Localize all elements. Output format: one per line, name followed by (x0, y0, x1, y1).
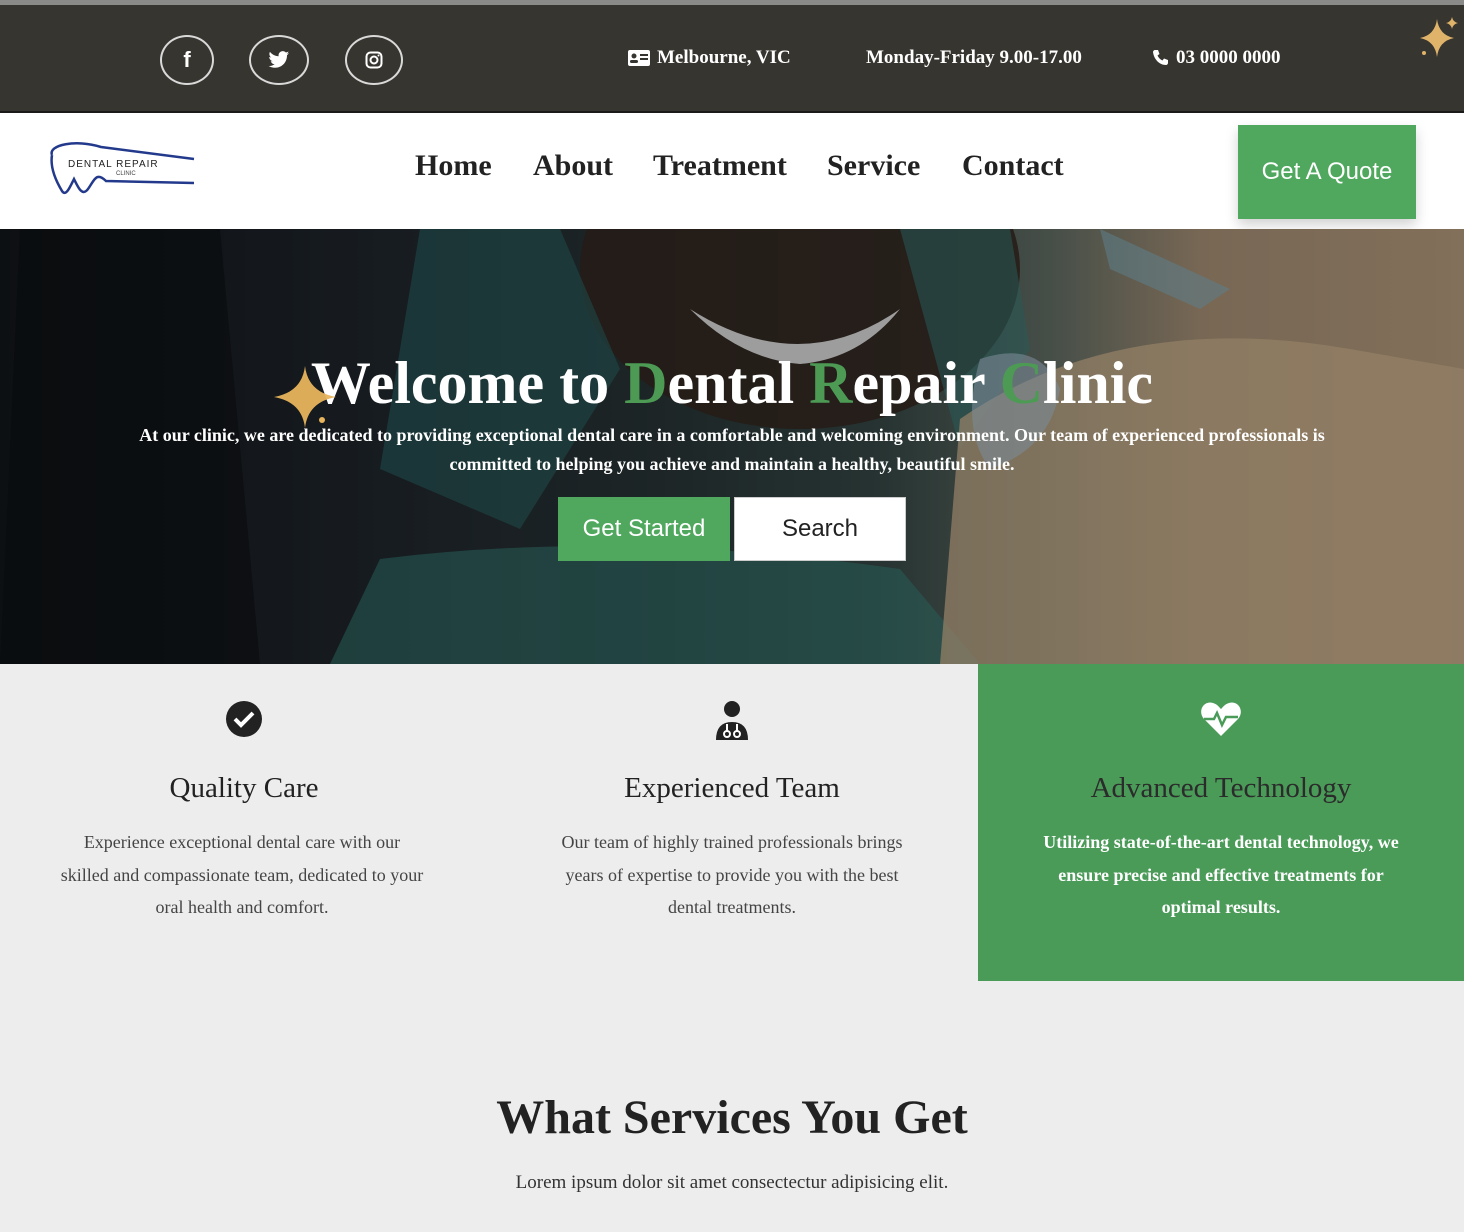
services-section-subtitle: Lorem ipsum dolor sit amet consectectur … (515, 1172, 949, 1193)
feature-card-quality-care: Quality Care Experience exceptional dent… (0, 664, 488, 981)
hero-title-accent: C (999, 350, 1044, 416)
services-section-title: What Services You Get (496, 1091, 968, 1144)
doctor-icon (716, 701, 748, 740)
facebook-icon: f (183, 47, 191, 72)
logo-text: DENTAL REPAIR (68, 159, 159, 170)
search-button[interactable]: Search (734, 497, 906, 561)
instagram-link[interactable] (345, 35, 403, 85)
check-circle-icon (226, 701, 262, 737)
instagram-icon (365, 51, 383, 69)
hours-text: Monday-Friday 9.00-17.00 (866, 47, 1082, 68)
nav-treatment[interactable]: Treatment (653, 149, 787, 183)
feature-text: Our team of highly trained professionals… (561, 832, 903, 917)
tooth-logo-icon: DENTAL REPAIR CLINIC (50, 142, 195, 195)
hero-title-part: linic (1043, 350, 1154, 416)
twitter-icon (268, 51, 290, 68)
location-info: Melbourne, VIC (627, 47, 791, 69)
sparkle-icon (274, 366, 336, 428)
feature-title: Quality Care (169, 772, 319, 804)
nav-about[interactable]: About (533, 149, 613, 183)
hero-title-part: ental (667, 350, 810, 416)
nav-service[interactable]: Service (827, 149, 920, 183)
hero-title-accent: D (624, 350, 668, 416)
site-logo[interactable]: DENTAL REPAIR CLINIC (46, 141, 196, 201)
logo-subtext: CLINIC (116, 171, 136, 177)
top-info-bar: f Melbourne, VIC Monday-Friday 9.00-17.0… (0, 5, 1464, 111)
feature-card-advanced-technology: Advanced Technology Utilizing state-of-t… (978, 664, 1464, 981)
phone-icon (1153, 50, 1168, 65)
hero-title-part: epair (852, 350, 1000, 416)
feature-title: Advanced Technology (1090, 772, 1352, 804)
sparkle-icon (1420, 17, 1458, 57)
main-navbar: DENTAL REPAIR CLINIC Home About Treatmen… (0, 111, 1464, 229)
twitter-link[interactable] (249, 35, 309, 85)
phone-text: 03 0000 0000 (1176, 47, 1281, 68)
feature-title: Experienced Team (624, 772, 840, 804)
feature-card-experienced-team: Experienced Team Our team of highly trai… (488, 664, 976, 981)
feature-text: Utilizing state-of-the-art dental techno… (1043, 832, 1399, 917)
get-started-button[interactable]: Get Started (558, 497, 730, 561)
nav-contact[interactable]: Contact (962, 149, 1064, 183)
location-text: Melbourne, VIC (657, 47, 791, 68)
hero-title-part: Welcome to (310, 350, 625, 416)
hero-title: Welcome to Dental Repair Clinic (0, 349, 1464, 418)
nav-home[interactable]: Home (415, 149, 492, 183)
phone-info: 03 0000 0000 (1152, 47, 1281, 69)
get-quote-button[interactable]: Get A Quote (1238, 125, 1416, 219)
feature-text: Experience exceptional dental care with … (60, 832, 424, 917)
heartbeat-icon (1201, 702, 1241, 736)
hours-info: Monday-Friday 9.00-17.00 (866, 47, 1082, 69)
facebook-link[interactable]: f (160, 35, 214, 85)
hero-title-accent: R (809, 350, 853, 416)
hero-section: Welcome to Dental Repair Clinic At our c… (0, 229, 1464, 664)
id-card-icon (628, 50, 650, 66)
